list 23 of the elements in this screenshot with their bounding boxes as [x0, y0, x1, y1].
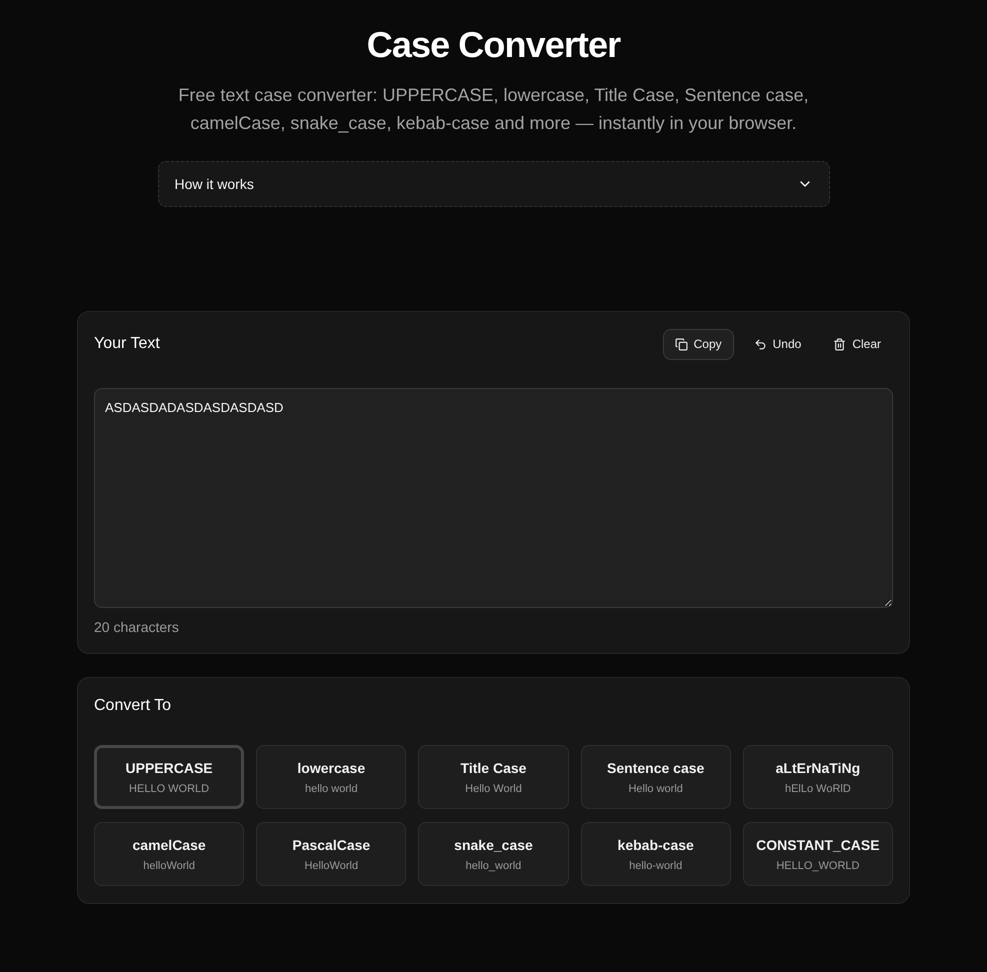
card-title: Your Text [94, 334, 160, 354]
trash-icon [833, 338, 846, 350]
case-option-button[interactable]: PascalCase HelloWorld [256, 822, 406, 886]
case-option-button[interactable]: camelCase helloWorld [94, 822, 244, 886]
case-option-button[interactable]: kebab-case hello-world [580, 822, 731, 886]
case-option-button[interactable]: snake_case hello_world [418, 822, 569, 886]
case-option-button[interactable]: lowercase hello world [256, 745, 406, 809]
case-option-button[interactable]: aLtErNaTiNg hElLo WoRlD [742, 745, 893, 809]
copy-icon [674, 338, 688, 350]
how-it-works-accordion[interactable]: How it works [158, 161, 830, 207]
undo-icon [754, 338, 767, 350]
case-option-button[interactable]: CONSTANT_CASE HELLO_WORLD [742, 822, 893, 886]
case-option-button[interactable]: UPPERCASE HELLO WORLD [94, 745, 244, 809]
page-subtitle: Free text case converter: UPPERCASE, lowercase, Title Case, Sentence case, camelCase, snake_case, kebab-case and more — instantly in your browser. [177, 84, 810, 135]
text-input-area[interactable]: ASDASDADASDASDASDASD [94, 388, 893, 608]
page-title: Case Converter [366, 25, 620, 65]
action-button[interactable]: Copy [662, 328, 734, 360]
action-button[interactable]: Clear [821, 328, 893, 360]
case-option-button[interactable]: Sentence case Hello world [580, 745, 731, 809]
character-count: 20 characters [94, 618, 180, 637]
card-title: Convert To [94, 696, 172, 716]
action-button[interactable]: Undo [742, 328, 814, 360]
case-option-button[interactable]: Title Case Hello World [418, 745, 569, 809]
